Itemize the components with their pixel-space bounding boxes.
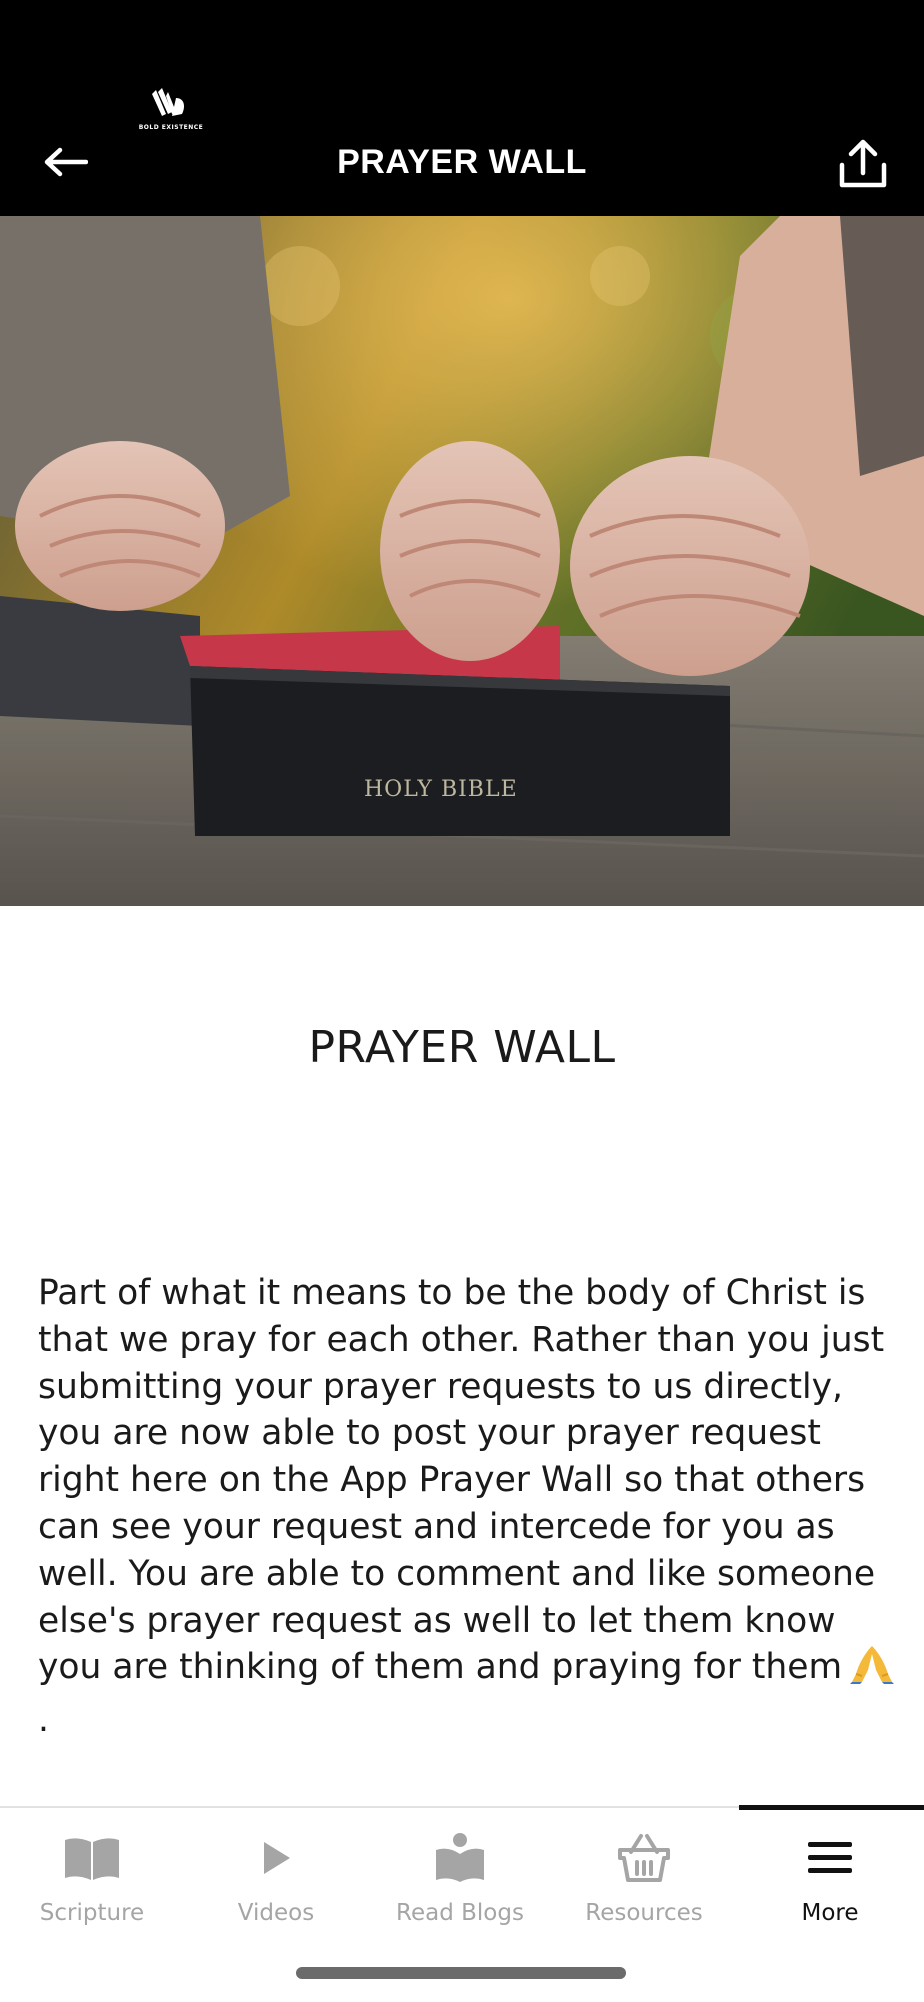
tab-resources[interactable]: Resources: [552, 1826, 736, 1946]
share-button[interactable]: [832, 134, 894, 194]
tab-more[interactable]: More: [738, 1826, 922, 1946]
description-text: Part of what it means to be the body of …: [38, 1270, 898, 1744]
share-upload-icon: [839, 139, 887, 188]
tab-videos[interactable]: Videos: [184, 1826, 368, 1946]
app-header: BOLD EXISTENCE PRAYER WALL: [0, 0, 924, 216]
play-icon: [256, 1826, 296, 1890]
menu-icon: [806, 1826, 854, 1890]
description-body: Part of what it means to be the body of …: [38, 1273, 885, 1688]
section-title: PRAYER WALL: [308, 1022, 616, 1073]
tab-more-label: More: [801, 1900, 859, 1926]
tab-resources-label: Resources: [585, 1900, 703, 1926]
brand-name: BOLD EXISTENCE: [138, 124, 204, 131]
tab-videos-label: Videos: [237, 1900, 315, 1926]
tab-scripture-label: Scripture: [39, 1900, 145, 1926]
basket-icon: [617, 1826, 671, 1890]
tab-read-blogs[interactable]: Read Blogs: [368, 1826, 552, 1946]
book-icon: [63, 1826, 121, 1890]
hero-image: HOLY BIBLE: [0, 216, 924, 906]
active-tab-indicator: [739, 1805, 924, 1810]
tab-scripture[interactable]: Scripture: [0, 1826, 184, 1946]
page-title: PRAYER WALL: [337, 143, 587, 181]
tab-read-blogs-label: Read Blogs: [396, 1900, 524, 1926]
reader-icon: [434, 1826, 486, 1890]
home-indicator[interactable]: [296, 1967, 626, 1979]
praying-hands-icon: [848, 1644, 896, 1697]
description-end: .: [38, 1700, 49, 1741]
